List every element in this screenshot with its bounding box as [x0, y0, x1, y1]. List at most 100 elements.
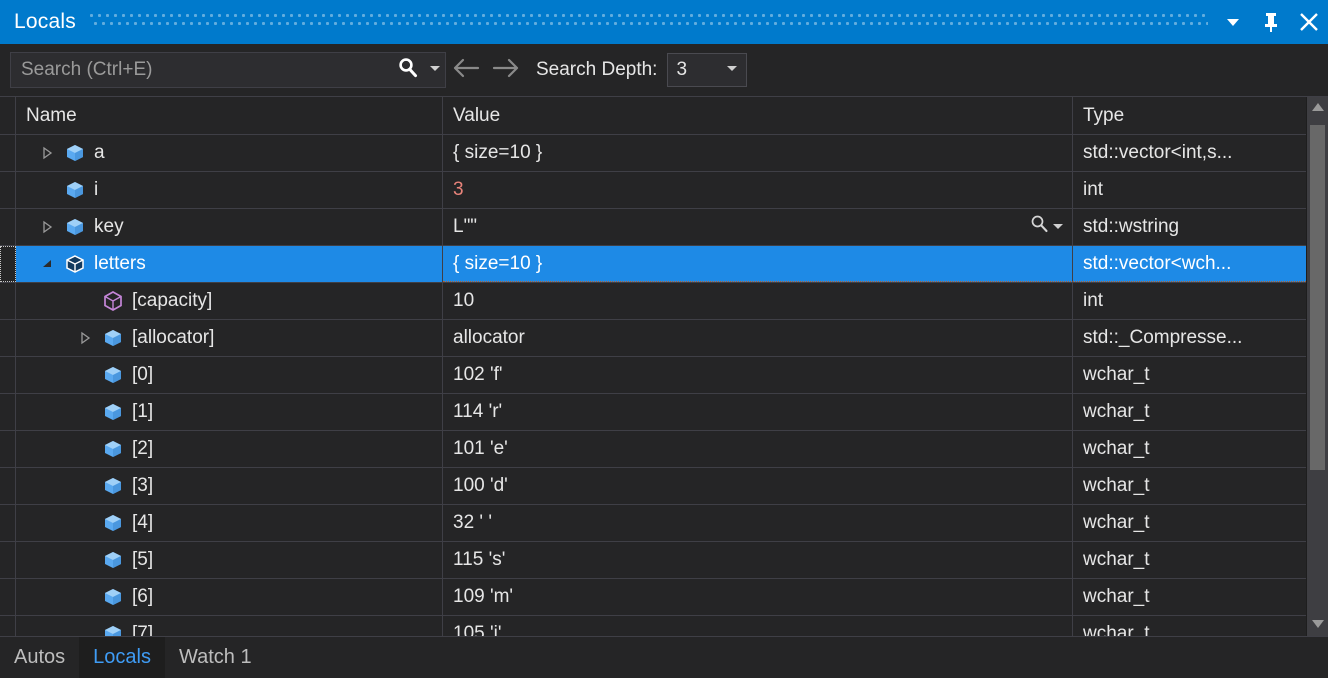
window-menu-dropdown-button[interactable] — [1214, 0, 1252, 44]
variable-name: [7] — [128, 623, 153, 636]
search-depth-label: Search Depth: — [536, 59, 657, 81]
row-expander[interactable] — [72, 331, 98, 345]
cell-value[interactable]: 10 — [443, 283, 1073, 319]
variable-value: 115 's' — [443, 549, 505, 571]
variable-name: [capacity] — [128, 290, 212, 312]
scrollbar-track[interactable] — [1307, 119, 1328, 614]
table-row[interactable]: [7]105 'i'wchar_t — [0, 616, 1306, 636]
cell-name[interactable]: a — [16, 135, 443, 171]
table-row[interactable]: [4]32 ' 'wchar_t — [0, 505, 1306, 542]
cell-type: int — [1073, 283, 1306, 319]
table-row[interactable]: [capacity] 10 int — [0, 283, 1306, 320]
variable-name: [0] — [128, 364, 153, 386]
cell-name[interactable]: [3] — [16, 468, 443, 504]
cell-value[interactable]: { size=10 } — [443, 135, 1073, 171]
variable-value: { size=10 } — [443, 253, 542, 275]
table-row[interactable]: [2]101 'e'wchar_t — [0, 431, 1306, 468]
row-expander[interactable] — [34, 146, 60, 160]
window-pin-button[interactable] — [1252, 0, 1290, 44]
cell-type: std::vector<int,s... — [1073, 135, 1306, 171]
row-expander[interactable] — [34, 257, 60, 271]
cell-value[interactable]: 102 'f' — [443, 357, 1073, 393]
variable-type: int — [1073, 290, 1103, 312]
tab-label: Locals — [93, 646, 151, 669]
column-header-type[interactable]: Type — [1073, 97, 1306, 134]
search-icon — [396, 56, 420, 85]
table-row[interactable]: keyL""std::wstring — [0, 209, 1306, 246]
cell-value[interactable]: 114 'r' — [443, 394, 1073, 430]
variable-cube-icon — [60, 142, 90, 164]
scrollbar-thumb[interactable] — [1310, 125, 1325, 470]
variable-name: [5] — [128, 549, 153, 571]
chevron-down-icon — [1224, 13, 1242, 31]
cell-name[interactable]: [capacity] — [16, 283, 443, 319]
search-options-dropdown-button[interactable] — [425, 53, 445, 87]
variable-value: 105 'i' — [443, 623, 501, 636]
cell-value[interactable]: { size=10 } — [443, 246, 1073, 282]
cell-value[interactable]: L"" — [443, 209, 1073, 245]
cell-type: wchar_t — [1073, 542, 1306, 578]
variable-value: 10 — [443, 290, 474, 312]
cell-name[interactable]: i — [16, 172, 443, 208]
table-row[interactable]: [3] 100 'd'wchar_t — [0, 468, 1306, 505]
column-header-name[interactable]: Name — [16, 97, 443, 134]
chevron-down-icon — [429, 61, 441, 79]
cell-value[interactable]: 3 — [443, 172, 1073, 208]
row-expander[interactable] — [34, 220, 60, 234]
row-gutter — [0, 135, 16, 171]
cell-value[interactable]: 115 's' — [443, 542, 1073, 578]
search-next-button[interactable] — [486, 50, 526, 90]
cell-value[interactable]: 101 'e' — [443, 431, 1073, 467]
tab-autos[interactable]: Autos — [0, 637, 79, 678]
table-row[interactable]: [1]114 'r'wchar_t — [0, 394, 1306, 431]
table-row[interactable]: [6]109 'm'wchar_t — [0, 579, 1306, 616]
search-input[interactable]: Search (Ctrl+E) — [10, 52, 446, 88]
scroll-up-button[interactable] — [1307, 97, 1328, 119]
cell-name[interactable]: [4] — [16, 505, 443, 541]
cell-name[interactable]: letters — [16, 246, 443, 282]
variable-name: key — [90, 216, 124, 238]
table-row[interactable]: a{ size=10 }std::vector<int,s... — [0, 135, 1306, 172]
cell-name[interactable]: [6] — [16, 579, 443, 615]
locals-grid: Name Value Type a{ size=10 }std::vector<… — [0, 96, 1328, 636]
cell-value[interactable]: 109 'm' — [443, 579, 1073, 615]
variable-type: std::_Compresse... — [1073, 327, 1242, 349]
row-gutter — [0, 468, 16, 504]
cell-name[interactable]: [2] — [16, 431, 443, 467]
variable-name: [2] — [128, 438, 153, 460]
table-row[interactable]: [0]102 'f'wchar_t — [0, 357, 1306, 394]
search-button[interactable] — [391, 53, 425, 87]
search-previous-button[interactable] — [446, 50, 486, 90]
cell-value[interactable]: 32 ' ' — [443, 505, 1073, 541]
variable-cube-icon — [98, 327, 128, 349]
table-row[interactable]: [allocator]allocatorstd::_Compresse... — [0, 320, 1306, 357]
cell-name[interactable]: [allocator] — [16, 320, 443, 356]
table-row[interactable]: [5] 115 's' wchar_t — [0, 542, 1306, 579]
visualizer-magnifier-icon[interactable] — [1028, 213, 1050, 241]
titlebar-drag-grip[interactable] — [90, 0, 1208, 44]
cell-name[interactable]: [7] — [16, 616, 443, 636]
column-header-value[interactable]: Value — [443, 97, 1073, 134]
cell-name[interactable]: key — [16, 209, 443, 245]
variable-type: wchar_t — [1073, 475, 1150, 497]
table-row[interactable]: letters{ size=10 }std::vector<wch... — [0, 246, 1306, 283]
vertical-scrollbar[interactable] — [1306, 97, 1328, 636]
window-close-button[interactable] — [1290, 0, 1328, 44]
cell-value[interactable]: 105 'i' — [443, 616, 1073, 636]
visualizer-dropdown-icon[interactable] — [1052, 216, 1064, 238]
value-visualizer-button[interactable] — [1028, 213, 1072, 241]
chevron-down-icon — [726, 61, 738, 79]
cell-name[interactable]: [1] — [16, 394, 443, 430]
search-depth-select[interactable]: 3 — [667, 53, 747, 87]
cell-type: int — [1073, 172, 1306, 208]
tab-locals[interactable]: Locals — [79, 637, 165, 678]
scroll-down-button[interactable] — [1307, 614, 1328, 636]
cell-name[interactable]: [0] — [16, 357, 443, 393]
locals-debugger-window: Locals — [0, 0, 1328, 678]
table-row[interactable]: i3int — [0, 172, 1306, 209]
cell-value[interactable]: 100 'd' — [443, 468, 1073, 504]
cell-value[interactable]: allocator — [443, 320, 1073, 356]
tab-watch-1[interactable]: Watch 1 — [165, 637, 266, 678]
cell-name[interactable]: [5] — [16, 542, 443, 578]
variable-name: [3] — [128, 475, 153, 497]
